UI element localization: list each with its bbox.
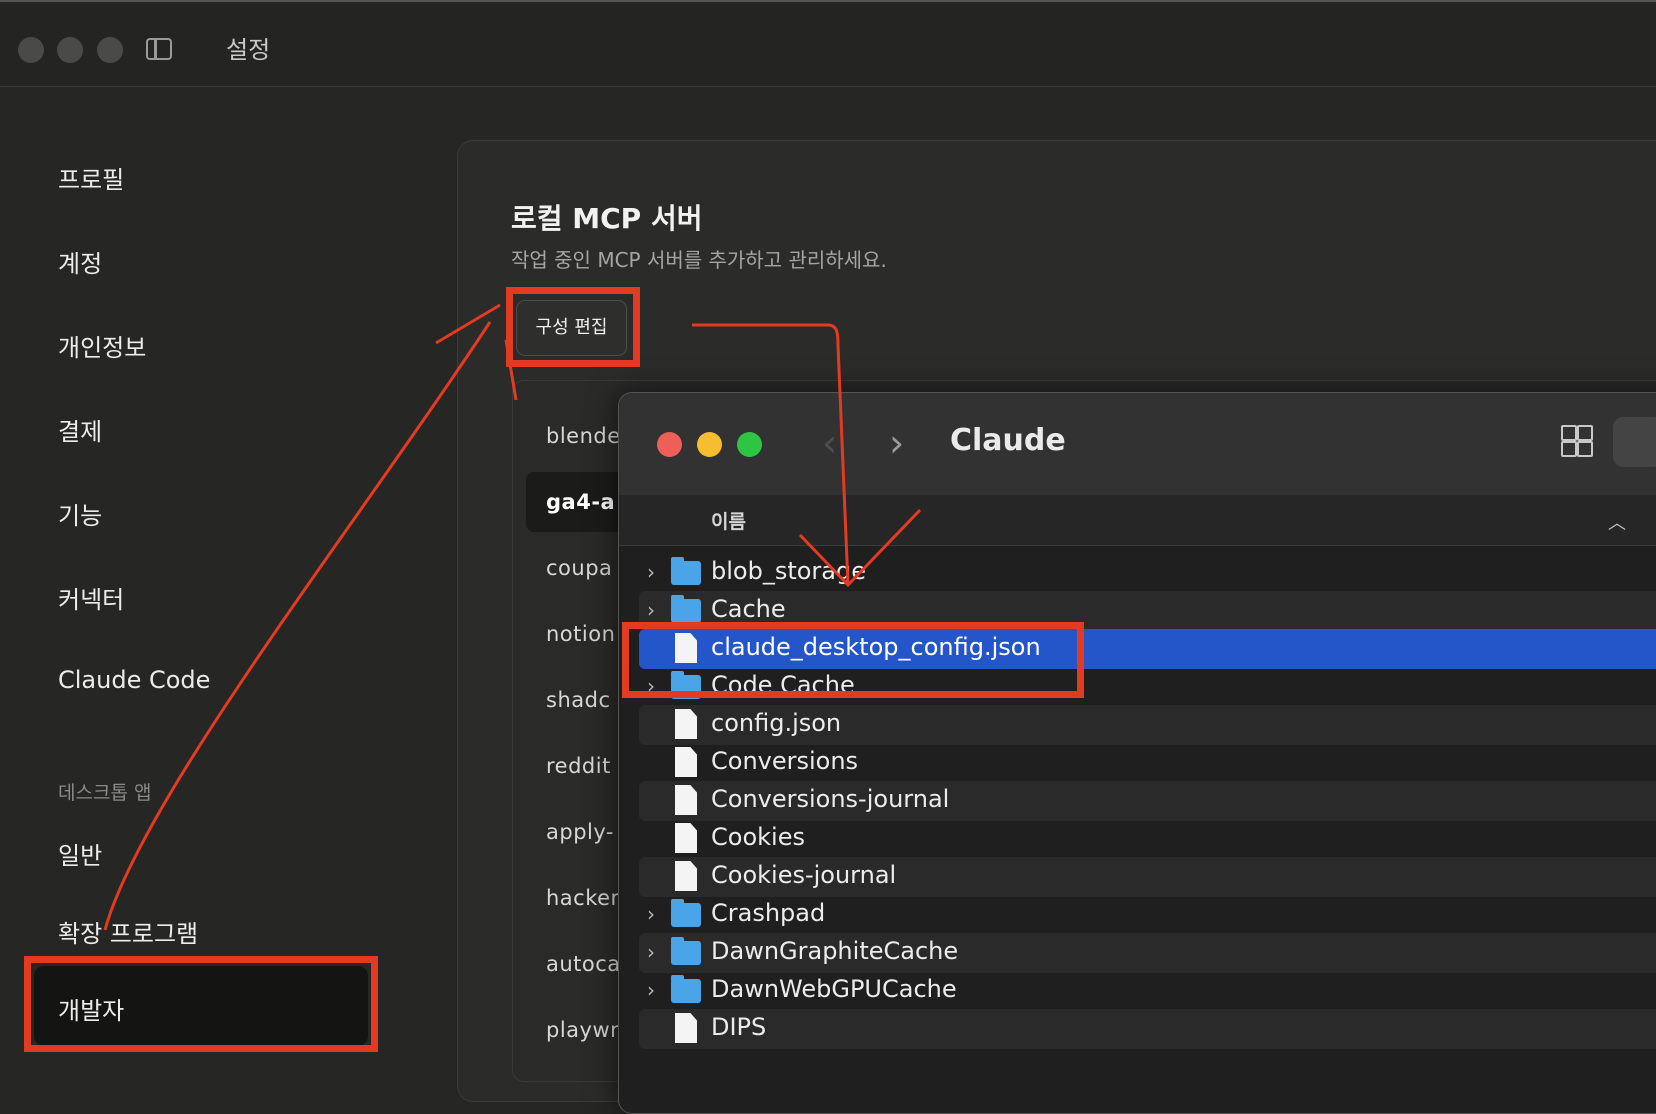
arrow-head-config-file xyxy=(798,508,922,588)
arrow-to-edit-config xyxy=(103,321,492,931)
arrow-to-config-file xyxy=(692,323,850,586)
annotation-arrows xyxy=(103,303,922,931)
